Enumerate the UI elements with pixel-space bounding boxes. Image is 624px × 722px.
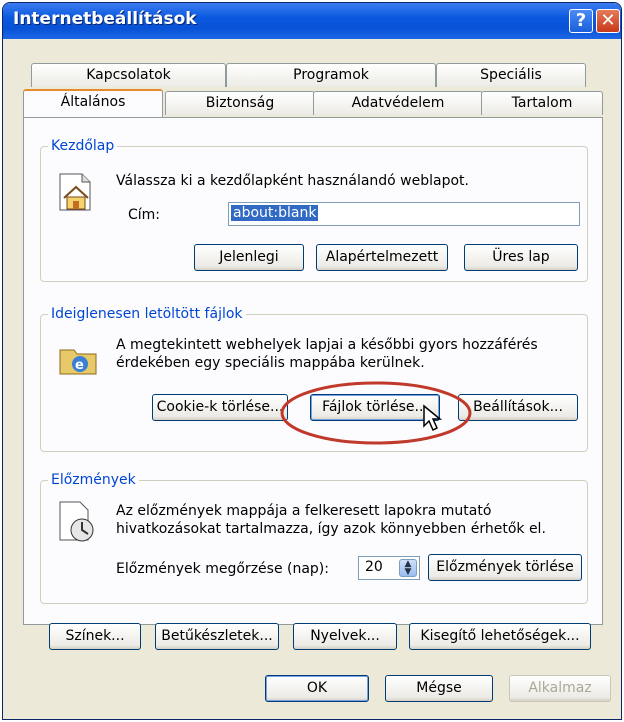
address-input[interactable]: about:blank xyxy=(228,202,580,226)
temp-files-legend: Ideiglenesen letöltött fájlok xyxy=(48,306,246,322)
tab-altalanos[interactable]: Általános xyxy=(23,89,163,117)
tab-biztonsag[interactable]: Biztonság xyxy=(165,91,315,115)
address-label: Cím: xyxy=(128,207,161,223)
temp-files-description-1: A megtekintett webhelyek lapjai a később… xyxy=(116,337,538,353)
spinner-arrows-icon[interactable]: ▲ ▼ xyxy=(399,559,417,577)
languages-button[interactable]: Nyelvek... xyxy=(293,623,397,650)
temp-files-description-2: érdekében egy speciális mappába kerülnek… xyxy=(116,355,425,371)
svg-text:e: e xyxy=(75,358,84,373)
tab-panel-general: Kezdőlap Válassza ki a kezdőlapként hasz… xyxy=(23,117,603,625)
tab-tartalom[interactable]: Tartalom xyxy=(481,91,603,115)
cancel-button[interactable]: Mégse xyxy=(385,675,493,702)
use-blank-button[interactable]: Üres lap xyxy=(464,244,578,271)
history-group xyxy=(40,480,588,604)
history-days-label: Előzmények megőrzése (nap): xyxy=(116,561,329,577)
close-button[interactable]: ✕ xyxy=(596,9,620,33)
highlight-circle xyxy=(278,380,474,450)
use-default-button[interactable]: Alapértelmezett xyxy=(316,244,448,271)
tab-adatvedelem[interactable]: Adatvédelem xyxy=(313,91,483,115)
history-icon xyxy=(58,500,98,548)
internet-options-dialog: Internetbeállítások ? ✕ Kapcsolatok Prog… xyxy=(2,2,622,720)
history-legend: Előzmények xyxy=(48,472,139,488)
ok-button[interactable]: OK xyxy=(265,675,369,702)
fonts-button[interactable]: Betűkészletek... xyxy=(155,623,279,650)
address-value: about:blank xyxy=(231,205,319,221)
history-days-spinner[interactable]: 20 ▲ ▼ xyxy=(358,556,420,580)
folder-ie-icon: e xyxy=(58,338,98,382)
history-description-2: hivatkozásokat tartalmazza, így azok kön… xyxy=(116,521,546,537)
home-legend: Kezdőlap xyxy=(48,138,118,154)
use-current-button[interactable]: Jelenlegi xyxy=(194,244,304,271)
title-bar[interactable]: Internetbeállítások ? ✕ xyxy=(3,3,621,39)
mouse-cursor-icon xyxy=(422,404,444,436)
tab-specialis[interactable]: Speciális xyxy=(436,63,586,87)
colors-button[interactable]: Színek... xyxy=(49,623,141,650)
window-title: Internetbeállítások xyxy=(13,9,197,29)
help-button[interactable]: ? xyxy=(569,9,593,33)
temp-settings-button[interactable]: Beállítások... xyxy=(458,394,578,421)
delete-cookies-button[interactable]: Cookie-k törlése... xyxy=(152,394,288,421)
home-page-icon xyxy=(58,172,94,216)
home-description: Válassza ki a kezdőlapként használandó w… xyxy=(116,173,469,189)
clear-history-button[interactable]: Előzmények törlése xyxy=(428,554,582,581)
history-days-value: 20 xyxy=(365,559,383,575)
accessibility-button[interactable]: Kisegítő lehetőségek... xyxy=(409,623,591,650)
apply-button[interactable]: Alkalmaz xyxy=(509,675,611,702)
tab-kapcsolatok[interactable]: Kapcsolatok xyxy=(31,63,226,87)
tab-programok[interactable]: Programok xyxy=(226,63,436,87)
history-description-1: Az előzmények mappája a felkeresett lapo… xyxy=(116,503,492,519)
